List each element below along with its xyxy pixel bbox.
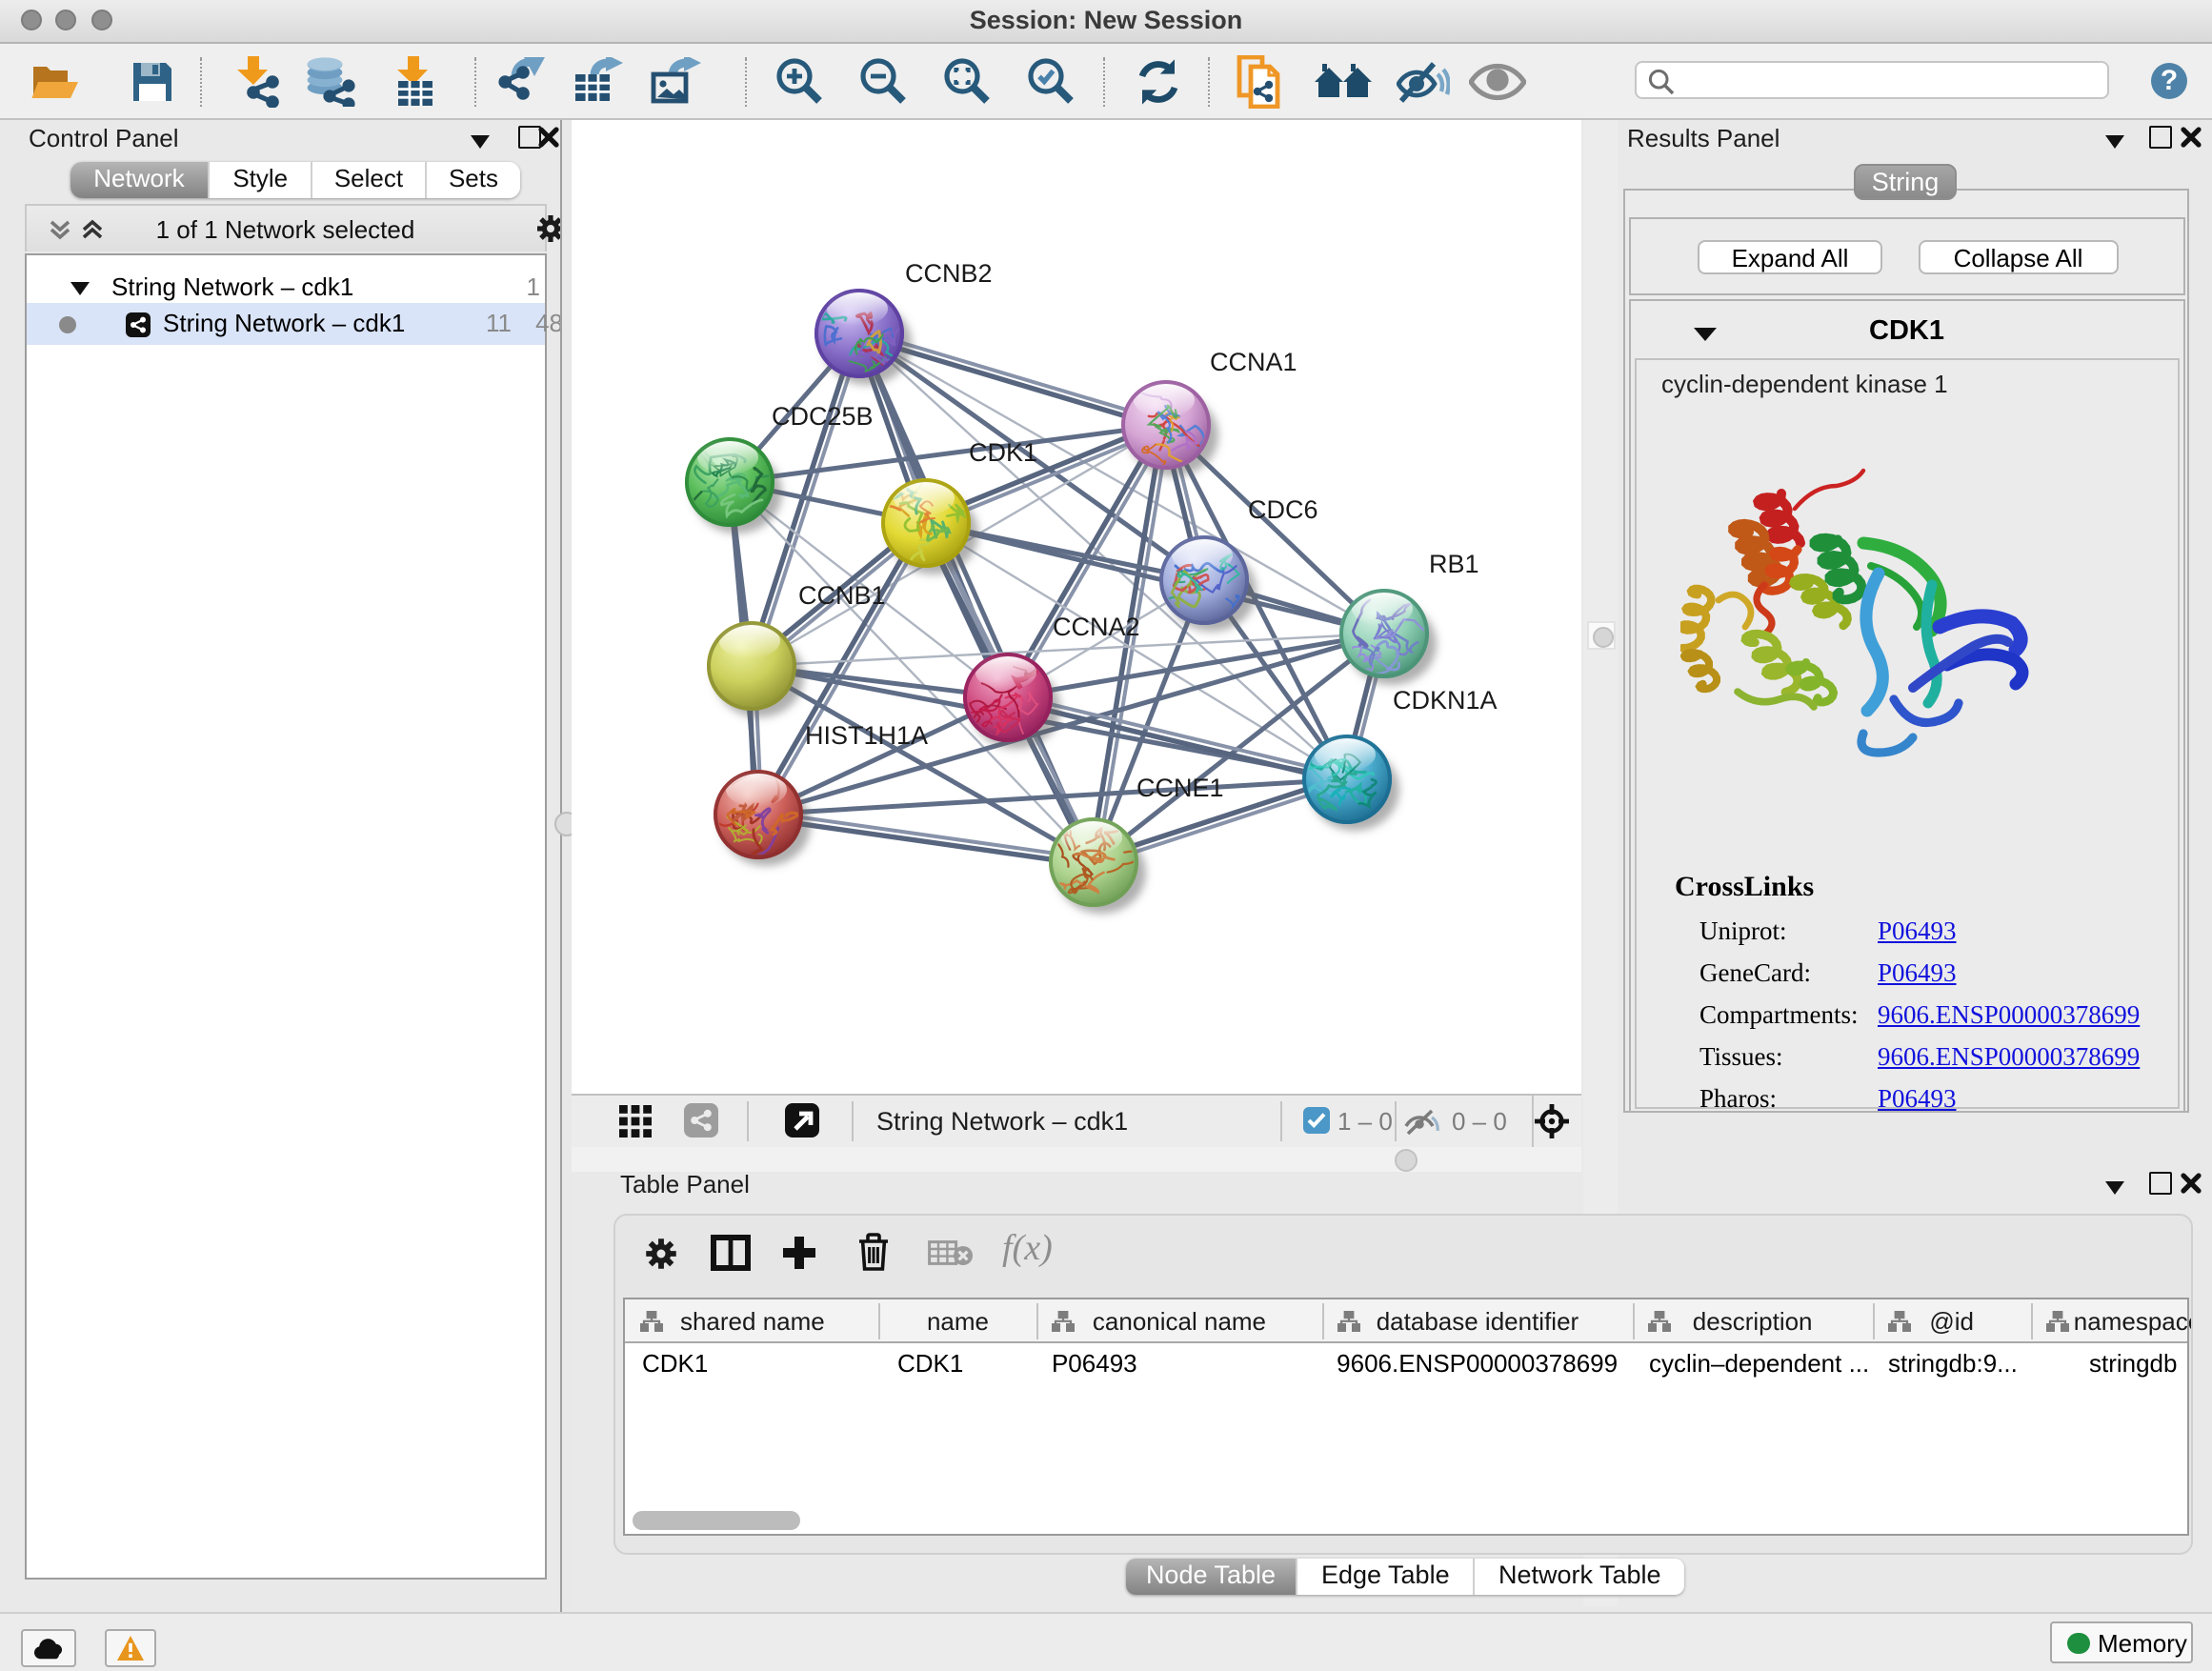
svg-text:CDC25B: CDC25B (772, 401, 874, 430)
svg-text:HIST1H1A: HIST1H1A (805, 720, 928, 749)
svg-text:CCNA1: CCNA1 (1210, 347, 1297, 375)
svg-text:CCNA2: CCNA2 (1053, 612, 1140, 640)
svg-text:CDC6: CDC6 (1248, 494, 1318, 523)
svg-text:RB1: RB1 (1429, 549, 1479, 577)
svg-text:CCNE1: CCNE1 (1136, 773, 1224, 801)
svg-text:CDKN1A: CDKN1A (1393, 685, 1498, 714)
svg-text:CCNB2: CCNB2 (905, 258, 993, 287)
svg-text:CCNB1: CCNB1 (798, 580, 886, 609)
svg-text:CDK1: CDK1 (969, 437, 1037, 466)
